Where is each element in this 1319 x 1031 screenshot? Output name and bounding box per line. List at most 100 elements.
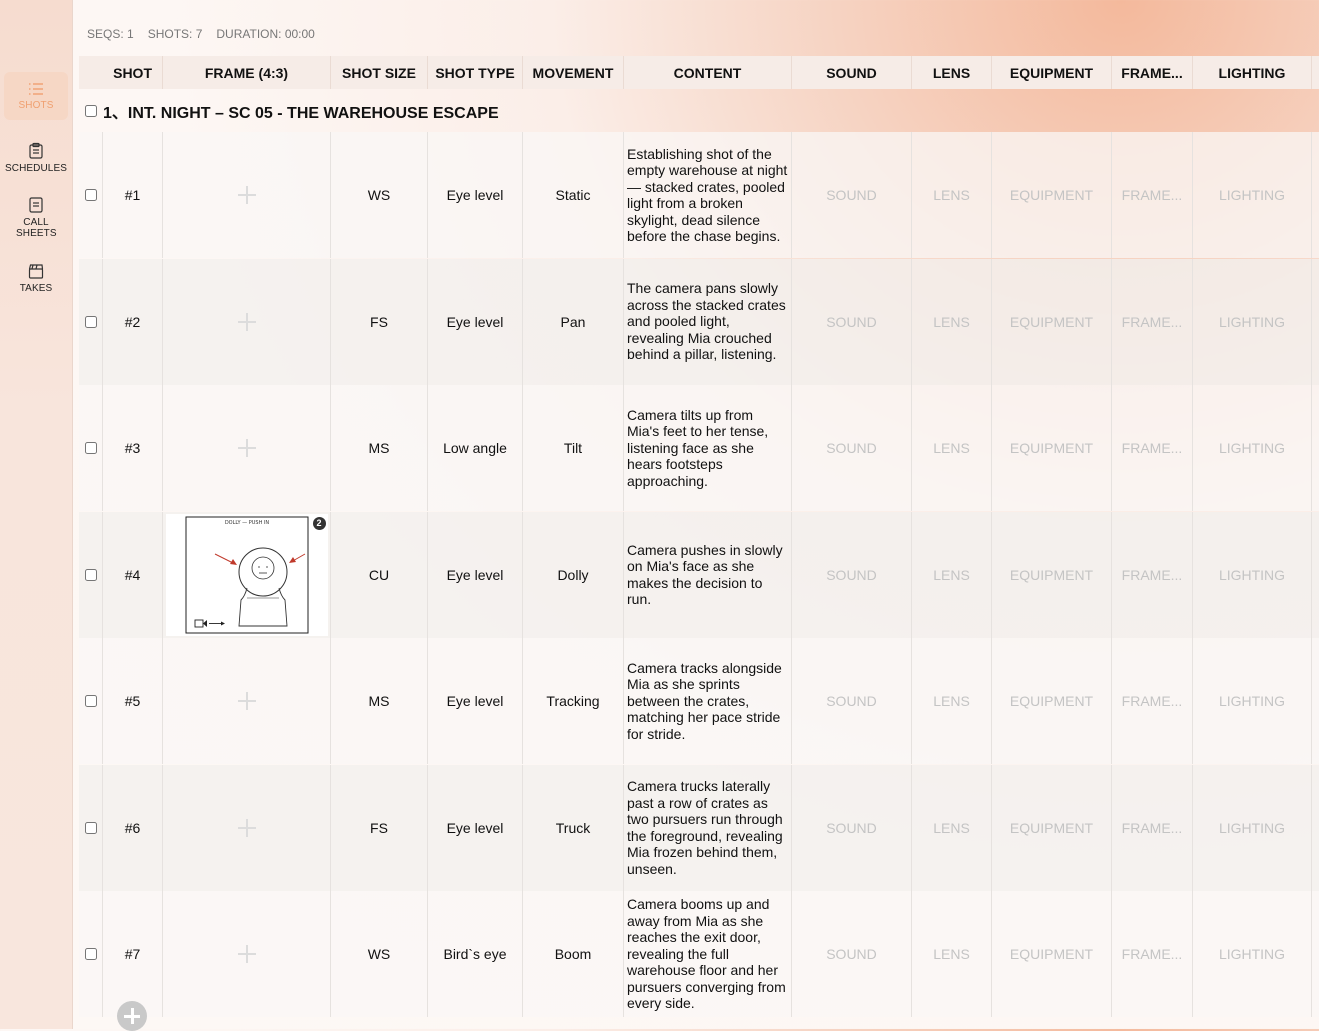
frame-cell[interactable] [163,891,331,1017]
movement[interactable]: Tilt [523,385,624,511]
shot-type[interactable]: Eye level [428,258,523,385]
lens-field[interactable]: LENS [912,764,992,891]
nav-call-sheets[interactable]: CALL SHEETS [4,192,68,242]
content[interactable]: Camera pushes in slowly on Mia's face as… [624,511,792,638]
frame-cell[interactable] [163,132,331,258]
table-row[interactable]: #6 FS Eye level Truck Camera trucks late… [79,764,1319,891]
movement[interactable]: Static [523,132,624,258]
table-row[interactable]: #1 WS Eye level Static Establishing shot… [79,132,1319,258]
col-lens[interactable]: LENS [912,56,992,89]
lighting-field[interactable]: LIGHTING [1193,258,1312,385]
frame-cell[interactable] [163,258,331,385]
lens-field[interactable]: LENS [912,638,992,764]
lighting-field[interactable]: LIGHTING [1193,385,1312,511]
col-frame-rate[interactable]: FRAME... [1112,56,1193,89]
nav-schedules[interactable]: SCHEDULES [4,138,68,178]
frame-rate-field[interactable]: FRAME... [1112,764,1193,891]
content[interactable]: The camera pans slowly across the stacke… [624,258,792,385]
shot-type[interactable]: Eye level [428,764,523,891]
frame-rate-field[interactable]: FRAME... [1112,638,1193,764]
lighting-field[interactable]: LIGHTING [1193,132,1312,258]
frame-cell[interactable] [163,764,331,891]
movement[interactable]: Tracking [523,638,624,764]
movement[interactable]: Dolly [523,511,624,638]
shot-type[interactable]: Eye level [428,511,523,638]
frame-rate-field[interactable]: FRAME... [1112,891,1193,1017]
shot-size[interactable]: WS [331,132,428,258]
shot-type[interactable]: Bird`s eye [428,891,523,1017]
shot-type[interactable]: Eye level [428,638,523,764]
frame-cell[interactable] [163,638,331,764]
col-content[interactable]: CONTENT [624,56,792,89]
frame-rate-field[interactable]: FRAME... [1112,258,1193,385]
shot-size[interactable]: MS [331,638,428,764]
lens-field[interactable]: LENS [912,385,992,511]
scene-checkbox[interactable] [85,105,97,117]
lighting-field[interactable]: LIGHTING [1193,511,1312,638]
add-frame-icon[interactable] [237,312,256,331]
content[interactable]: Camera booms up and away from Mia as she… [624,891,792,1017]
equipment-field[interactable]: EQUIPMENT [992,638,1112,764]
sound-field[interactable]: SOUND [792,764,912,891]
frame-cell[interactable]: DOLLY — PUSH IN 2 [163,511,331,638]
movement[interactable]: Boom [523,891,624,1017]
equipment-field[interactable]: EQUIPMENT [992,132,1112,258]
col-lighting[interactable]: LIGHTING [1193,56,1312,89]
col-equipment[interactable]: EQUIPMENT [992,56,1112,89]
content[interactable]: Establishing shot of the empty warehouse… [624,132,792,258]
sound-field[interactable]: SOUND [792,258,912,385]
col-sound[interactable]: SOUND [792,56,912,89]
col-movement[interactable]: MOVEMENT [523,56,624,89]
row-checkbox[interactable] [84,315,97,328]
add-frame-icon[interactable] [237,692,256,710]
lens-field[interactable]: LENS [912,132,992,258]
add-frame-icon[interactable] [237,945,256,963]
row-checkbox[interactable] [84,695,97,707]
col-shot[interactable]: SHOT [79,56,163,89]
frame-cell[interactable] [163,385,331,511]
equipment-field[interactable]: EQUIPMENT [992,764,1112,891]
shot-type[interactable]: Low angle [428,385,523,511]
lighting-field[interactable]: LIGHTING [1193,764,1312,891]
row-checkbox[interactable] [84,948,97,960]
row-checkbox[interactable] [84,189,97,201]
row-checkbox[interactable] [84,442,97,454]
content[interactable]: Camera tilts up from Mia's feet to her t… [624,385,792,511]
table-row[interactable]: #3 MS Low angle Tilt Camera tilts up fro… [79,385,1319,511]
equipment-field[interactable]: EQUIPMENT [992,258,1112,385]
lighting-field[interactable]: LIGHTING [1193,638,1312,764]
frame-rate-field[interactable]: FRAME... [1112,511,1193,638]
equipment-field[interactable]: EQUIPMENT [992,891,1112,1017]
equipment-field[interactable]: EQUIPMENT [992,511,1112,638]
movement[interactable]: Truck [523,764,624,891]
row-checkbox[interactable] [84,568,97,581]
movement[interactable]: Pan [523,258,624,385]
content[interactable]: Camera tracks alongside Mia as she sprin… [624,638,792,764]
sound-field[interactable]: SOUND [792,132,912,258]
add-frame-icon[interactable] [237,818,256,837]
table-row[interactable]: #4 DOLLY — PUSH IN 2 CU Eye level Dolly C… [79,511,1319,638]
sound-field[interactable]: SOUND [792,891,912,1017]
sound-field[interactable]: SOUND [792,385,912,511]
frame-rate-field[interactable]: FRAME... [1112,385,1193,511]
lens-field[interactable]: LENS [912,258,992,385]
add-shot-button[interactable] [117,1001,147,1031]
storyboard-frame[interactable]: DOLLY — PUSH IN 2 [165,513,328,636]
shot-size[interactable]: WS [331,891,428,1017]
equipment-field[interactable]: EQUIPMENT [992,385,1112,511]
table-row[interactable]: #2 FS Eye level Pan The camera pans slow… [79,258,1319,385]
shot-type[interactable]: Eye level [428,132,523,258]
nav-shots[interactable]: SHOTS [4,72,68,120]
add-frame-icon[interactable] [237,186,256,204]
shot-size[interactable]: MS [331,385,428,511]
content[interactable]: Camera trucks laterally past a row of cr… [624,764,792,891]
table-row[interactable]: #5 MS Eye level Tracking Camera tracks a… [79,638,1319,764]
scene-title[interactable]: 1、INT. NIGHT – SC 05 - THE WAREHOUSE ESC… [103,99,499,123]
sound-field[interactable]: SOUND [792,511,912,638]
shot-size[interactable]: FS [331,258,428,385]
col-frame[interactable]: FRAME (4:3) [163,56,331,89]
col-shot-size[interactable]: SHOT SIZE [331,56,428,89]
lens-field[interactable]: LENS [912,511,992,638]
add-frame-icon[interactable] [237,439,256,457]
shot-size[interactable]: CU [331,511,428,638]
